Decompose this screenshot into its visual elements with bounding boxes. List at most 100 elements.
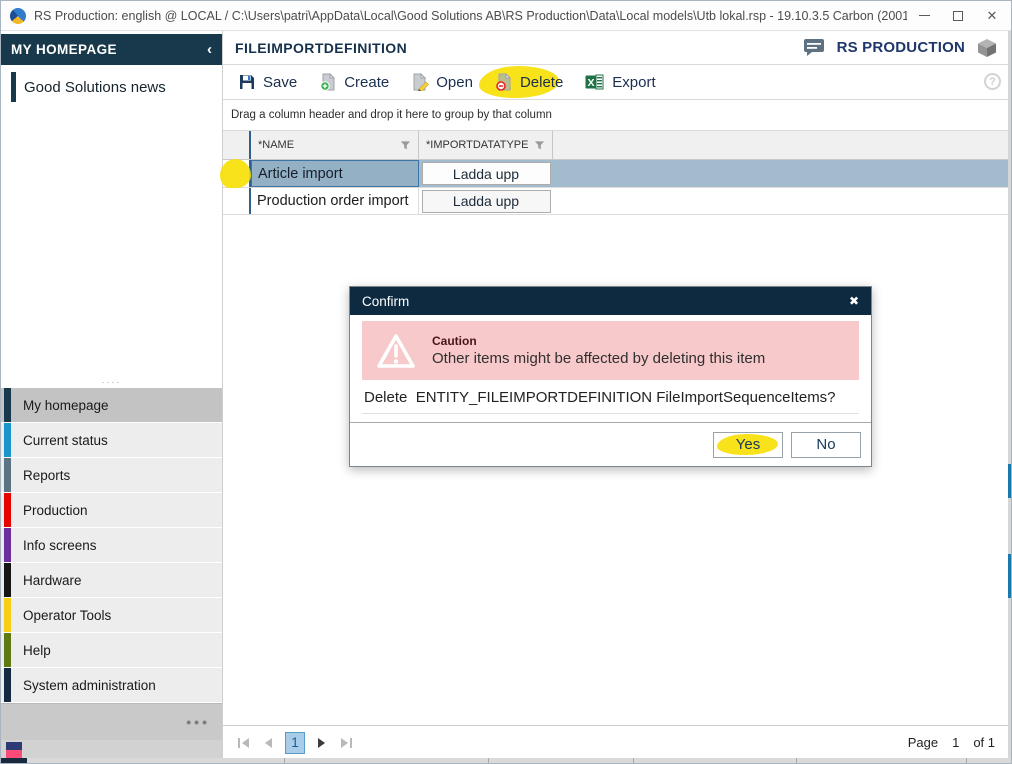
previous-page-button[interactable] bbox=[263, 737, 273, 749]
table-row-production-order-import[interactable]: Production order import Ladda upp bbox=[223, 188, 1009, 215]
delete-question: Delete ENTITY_FILEIMPORTDEFINITION FileI… bbox=[362, 380, 859, 414]
save-floppy-icon bbox=[238, 73, 256, 91]
export-button[interactable]: X Export bbox=[574, 69, 666, 95]
nav-item-label: Current status bbox=[23, 423, 108, 457]
cell-name[interactable]: Article import bbox=[251, 160, 419, 187]
sidebar-more-button[interactable]: ••• bbox=[186, 714, 210, 730]
sidebar-item-my-homepage[interactable]: My homepage bbox=[1, 388, 222, 423]
module-cube-icon[interactable] bbox=[977, 38, 997, 58]
importdatatype-dropdown[interactable]: Ladda upp bbox=[422, 162, 551, 185]
sidebar: MY HOMEPAGE ‹ Good Solutions news ···· M… bbox=[1, 31, 223, 759]
news-item-accent-bar bbox=[11, 72, 16, 102]
nav-color-bar bbox=[4, 598, 11, 632]
app-window: RS Production: english @ LOCAL / C:\User… bbox=[0, 0, 1012, 764]
dialog-title: Confirm bbox=[362, 294, 849, 309]
sidebar-footer: ••• bbox=[1, 703, 222, 740]
filter-funnel-icon[interactable] bbox=[534, 140, 545, 151]
export-label: Export bbox=[612, 74, 655, 91]
dialog-close-icon[interactable]: ✖ bbox=[849, 294, 859, 308]
sidebar-logo-area bbox=[1, 740, 222, 759]
page-of-label: of 1 bbox=[973, 735, 995, 750]
grid-header-row: *NAME *IMPORTDATATYPE bbox=[223, 131, 1009, 160]
cell-name[interactable]: Production order import bbox=[251, 188, 419, 214]
sidebar-title: MY HOMEPAGE bbox=[11, 42, 207, 57]
sidebar-item-current-status[interactable]: Current status bbox=[1, 423, 222, 458]
nav-color-bar bbox=[4, 668, 11, 702]
sidebar-news-panel: Good Solutions news bbox=[1, 65, 222, 376]
bottom-edge-strip bbox=[1, 758, 1011, 764]
sidebar-splitter-handle[interactable]: ···· bbox=[1, 376, 222, 388]
filter-funnel-icon[interactable] bbox=[400, 140, 411, 151]
caution-texts: Caution Other items might be affected by… bbox=[432, 334, 765, 367]
importdatatype-dropdown[interactable]: Ladda upp bbox=[422, 190, 551, 213]
no-button[interactable]: No bbox=[791, 432, 861, 458]
caution-title: Caution bbox=[432, 334, 765, 348]
dialog-header[interactable]: Confirm ✖ bbox=[350, 287, 871, 315]
row-selector-cell[interactable] bbox=[223, 188, 251, 214]
screen-edge-strip bbox=[1008, 31, 1011, 759]
current-page-button[interactable]: 1 bbox=[285, 732, 305, 754]
sidebar-item-operator-tools[interactable]: Operator Tools bbox=[1, 598, 222, 633]
sidebar-item-reports[interactable]: Reports bbox=[1, 458, 222, 493]
page-title: FILEIMPORTDEFINITION bbox=[235, 40, 803, 56]
create-button[interactable]: Create bbox=[308, 69, 400, 95]
row-selector-header[interactable] bbox=[223, 131, 251, 159]
sidebar-item-hardware[interactable]: Hardware bbox=[1, 563, 222, 598]
sidebar-item-help[interactable]: Help bbox=[1, 633, 222, 668]
create-document-icon bbox=[319, 73, 337, 91]
no-label: No bbox=[816, 436, 835, 453]
cell-importdatatype: Ladda upp bbox=[419, 188, 553, 214]
pagination-bar: 1 Page 1 of 1 bbox=[223, 725, 1009, 759]
help-icon[interactable]: ? bbox=[984, 73, 1001, 90]
open-label: Open bbox=[436, 74, 473, 91]
maximize-button[interactable] bbox=[941, 1, 975, 30]
row-selector-cell[interactable] bbox=[223, 160, 251, 187]
yes-button[interactable]: Yes bbox=[713, 432, 783, 458]
excel-export-icon: X bbox=[585, 73, 605, 91]
brand-area: RS PRODUCTION bbox=[803, 38, 997, 58]
nav-color-bar bbox=[4, 563, 11, 597]
maximize-icon bbox=[953, 11, 963, 21]
minimize-button[interactable] bbox=[907, 1, 941, 30]
brand-label: RS PRODUCTION bbox=[837, 39, 965, 56]
save-button[interactable]: Save bbox=[227, 69, 308, 95]
main-header: FILEIMPORTDEFINITION RS PRODUCTION bbox=[223, 31, 1009, 65]
first-page-button[interactable] bbox=[237, 737, 251, 749]
confirm-dialog: Confirm ✖ Caution Other items might be a… bbox=[349, 286, 872, 467]
dialog-footer: Yes No bbox=[350, 422, 871, 466]
yes-label: Yes bbox=[736, 436, 760, 453]
feedback-bubble-icon[interactable] bbox=[803, 38, 825, 57]
column-header-importdatatype[interactable]: *IMPORTDATATYPE bbox=[419, 131, 553, 159]
nav-item-label: Production bbox=[23, 493, 88, 527]
highlight-marker-row bbox=[220, 159, 251, 189]
nav-color-bar bbox=[4, 633, 11, 667]
column-header-label: *IMPORTDATATYPE bbox=[426, 139, 528, 151]
open-button[interactable]: Open bbox=[400, 69, 484, 95]
nav-item-label: System administration bbox=[23, 668, 156, 702]
nav-item-label: My homepage bbox=[23, 388, 109, 422]
next-page-button[interactable] bbox=[317, 737, 327, 749]
window-title: RS Production: english @ LOCAL / C:\User… bbox=[34, 9, 907, 23]
open-document-icon bbox=[411, 73, 429, 91]
bottom-dark-segment bbox=[1, 758, 27, 764]
table-row-article-import[interactable]: Article import Ladda upp bbox=[223, 160, 1009, 188]
column-header-name[interactable]: *NAME bbox=[251, 131, 419, 159]
last-page-button[interactable] bbox=[339, 737, 353, 749]
sidebar-item-system-administration[interactable]: System administration bbox=[1, 668, 222, 703]
page-label: Page bbox=[908, 735, 938, 750]
close-button[interactable]: ✕ bbox=[975, 1, 1009, 30]
sidebar-item-production[interactable]: Production bbox=[1, 493, 222, 528]
sidebar-collapse-icon[interactable]: ‹ bbox=[207, 41, 212, 58]
delete-button[interactable]: Delete bbox=[484, 69, 574, 95]
minimize-icon bbox=[919, 15, 930, 16]
nav-item-label: Info screens bbox=[23, 528, 97, 562]
warning-triangle-icon bbox=[376, 333, 416, 369]
page-number: 1 bbox=[952, 735, 959, 750]
sidebar-item-good-solutions-news[interactable]: Good Solutions news bbox=[1, 71, 222, 103]
nav-color-bar bbox=[4, 458, 11, 492]
app-logo-icon bbox=[10, 8, 26, 24]
edge-blue-segment bbox=[1008, 464, 1011, 498]
save-label: Save bbox=[263, 74, 297, 91]
sidebar-item-info-screens[interactable]: Info screens bbox=[1, 528, 222, 563]
nav-color-bar bbox=[4, 423, 11, 457]
